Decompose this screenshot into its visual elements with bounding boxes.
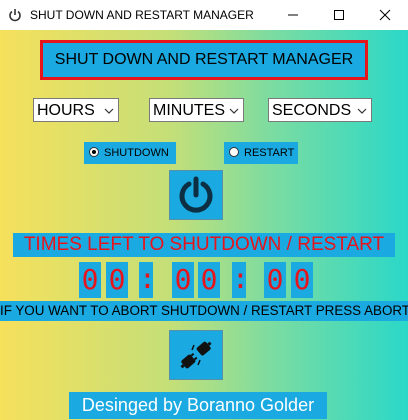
- shutdown-radio-label: SHUTDOWN: [104, 147, 169, 159]
- restart-radio[interactable]: RESTART: [224, 142, 298, 164]
- seconds-tens-digit: 0: [264, 262, 286, 298]
- minutes-ones-digit: 0: [198, 262, 220, 298]
- minimize-icon: [288, 14, 298, 16]
- countdown-separator: :: [232, 262, 249, 298]
- chevron-down-icon: [104, 108, 114, 114]
- minutes-select[interactable]: MINUTES: [149, 98, 244, 122]
- app-window: SHUT DOWN AND RESTART MANAGER HOURS MINU…: [0, 30, 408, 420]
- hours-select[interactable]: HOURS: [33, 98, 119, 122]
- power-icon: [179, 176, 213, 213]
- restart-radio-label: RESTART: [244, 147, 295, 159]
- seconds-select[interactable]: SECONDS: [268, 98, 372, 122]
- maximize-icon: [334, 10, 344, 20]
- close-button[interactable]: [362, 0, 408, 30]
- shutdown-radio[interactable]: SHUTDOWN: [84, 142, 176, 164]
- credit-footer: Desinged by Boranno Golder: [69, 392, 327, 419]
- hours-ones-digit: 0: [106, 262, 128, 298]
- unplug-icon: [180, 341, 212, 369]
- abort-button[interactable]: [169, 330, 223, 380]
- chevron-down-icon: [229, 108, 239, 114]
- minutes-tens-digit: 0: [172, 262, 194, 298]
- start-shutdown-button[interactable]: [169, 170, 223, 220]
- maximize-button[interactable]: [316, 0, 362, 30]
- window-title: SHUT DOWN AND RESTART MANAGER: [30, 8, 254, 22]
- countdown-separator: :: [139, 262, 156, 298]
- title-bar: SHUT DOWN AND RESTART MANAGER: [0, 0, 408, 30]
- abort-instruction: IF YOU WANT TO ABORT SHUTDOWN / RESTART …: [0, 301, 408, 321]
- seconds-ones-digit: 0: [291, 262, 313, 298]
- page-title: SHUT DOWN AND RESTART MANAGER: [40, 40, 368, 80]
- hours-select-value: HOURS: [37, 102, 95, 119]
- minutes-select-value: MINUTES: [153, 102, 225, 119]
- minimize-button[interactable]: [270, 0, 316, 30]
- restart-radio-indicator[interactable]: [229, 147, 239, 157]
- chevron-down-icon: [357, 108, 367, 114]
- hours-tens-digit: 0: [79, 262, 101, 298]
- shutdown-radio-indicator[interactable]: [89, 147, 99, 157]
- seconds-select-value: SECONDS: [272, 102, 352, 119]
- power-icon: [9, 9, 21, 22]
- close-icon: [379, 9, 391, 21]
- countdown-label: TIMES LEFT TO SHUTDOWN / RESTART: [13, 233, 395, 257]
